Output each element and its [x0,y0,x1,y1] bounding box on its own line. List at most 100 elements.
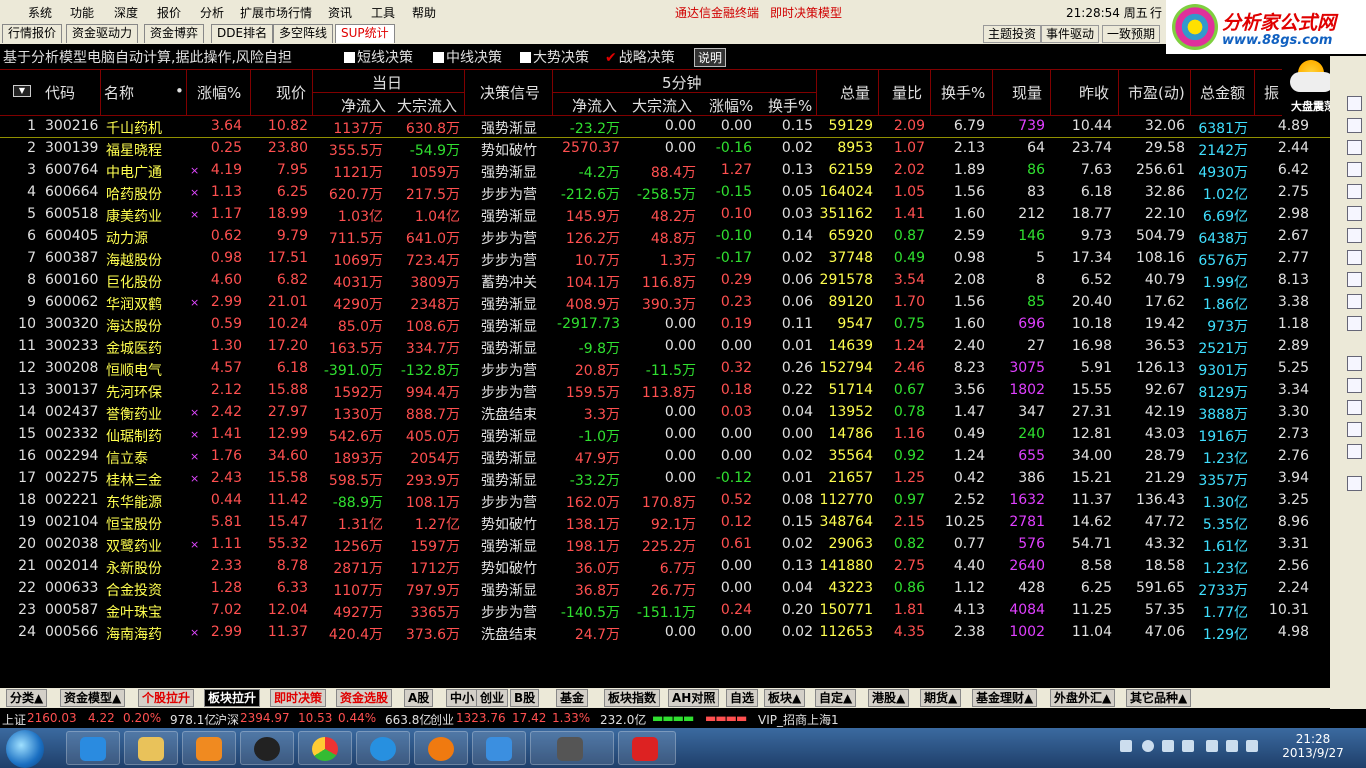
event-driven-button[interactable]: 事件驱动 [1041,25,1100,43]
tray-clock[interactable]: 21:28 2013/9/27 [1268,732,1358,760]
tool-icon[interactable] [1347,118,1362,133]
menu-system[interactable]: 系统 [28,4,52,21]
col-code[interactable]: 代码 [45,82,75,103]
category-tab[interactable]: 板块指数 [604,689,661,707]
tool-icon[interactable] [1347,378,1362,393]
category-tab[interactable]: 创业 [476,689,509,707]
checkbox-icon[interactable] [344,52,355,63]
taskbar-tdx[interactable] [618,731,676,765]
col-volume-ratio[interactable]: 量比 [892,82,922,103]
menu-news[interactable]: 资讯 [328,4,352,21]
category-tab[interactable]: AH对照 [668,689,720,707]
category-tab[interactable]: 板块拉升 [204,689,261,707]
folder-icon[interactable] [1347,356,1362,371]
table-row[interactable]: 11 300233 金城医药 1.30 17.20 163.5万 334.7万 强势渐显 -9.… [0,336,1330,358]
market-trend-option[interactable]: 大势决策 [520,47,589,67]
f10-icon[interactable] [1347,206,1362,221]
col-amount[interactable]: 总金额 [1200,82,1245,103]
table-row[interactable]: 14 002437 誉衡药业 × 2.42 27.97 1330万 888.7万 洗盘结束 3.3… [0,402,1330,424]
table-row[interactable]: 5 600518 康美药业 × 1.17 18.99 1.03亿 1.04亿 强势渐显 145.9… [0,204,1330,226]
category-tab[interactable]: 港股▲ [868,689,910,707]
menu-depth[interactable]: 深度 [114,4,138,21]
short-term-option[interactable]: 短线决策 [344,47,413,67]
category-tab[interactable]: 分类▲ [6,689,48,707]
tray-icon[interactable] [1162,740,1174,752]
table-row[interactable]: 22 000633 合金投资 1.28 6.33 1107万 797.9万 强势渐显 36.8万… [0,578,1330,600]
kline-icon[interactable] [1347,162,1362,177]
taskbar-security[interactable] [472,731,526,765]
tool-icon[interactable] [1347,294,1362,309]
table-row[interactable]: 4 600664 哈药股份 × 1.13 6.25 620.7万 217.5万 步步为营 -212… [0,182,1330,204]
category-tab[interactable]: 中小 [446,689,479,707]
table-row[interactable]: 24 000566 海南海药 × 2.99 11.37 420.4万 373.6万 洗盘结束 24… [0,622,1330,644]
table-row[interactable]: 13 300137 先河环保 2.12 15.88 1592万 994.4万 步步为营 159.… [0,380,1330,402]
col-net-inflow-5min[interactable]: 净流入 [572,95,617,116]
taskbar-ie[interactable] [66,731,120,765]
checkbox-icon[interactable] [520,52,531,63]
strategic-option[interactable]: ✔ 战略决策 [605,47,675,67]
tab-sup-stats[interactable]: SUP统计 [335,24,395,43]
menu-function[interactable]: 功能 [70,4,94,21]
tab-quotes[interactable]: 行情报价 [2,24,63,43]
help-button[interactable]: 说明 [694,48,727,67]
tool-icon[interactable] [1347,228,1362,243]
taskbar-qq[interactable] [240,731,294,765]
taskbar-media[interactable] [182,731,236,765]
col-amplitude[interactable]: 振 [1264,82,1279,103]
checkbox-icon[interactable] [433,52,444,63]
col-change-pct[interactable]: 涨幅% [197,82,241,103]
col-pe[interactable]: 市盈(动) [1128,82,1185,103]
table-row[interactable]: 12 300208 恒顺电气 4.57 6.18 -391.0万 -132.8万 步步为营 20… [0,358,1330,380]
category-tab[interactable]: 外盘外汇▲ [1050,689,1116,707]
col-net-inflow[interactable]: 净流入 [341,95,386,116]
menu-quote[interactable]: 报价 [157,4,181,21]
col-bulk-inflow-5min[interactable]: 大宗流入 [632,95,692,116]
taskbar-app[interactable] [414,731,468,765]
theme-invest-button[interactable]: 主题投资 [983,25,1042,43]
col-bulk-inflow[interactable]: 大宗流入 [397,95,457,116]
category-tab[interactable]: 即时决策 [270,689,327,707]
category-tab[interactable]: A股 [404,689,434,707]
table-row[interactable]: 17 002275 桂林三金 × 2.43 15.58 598.5万 293.9万 强势渐显 -3… [0,468,1330,490]
chart-icon[interactable] [1347,140,1362,155]
taskbar-explorer[interactable] [124,731,178,765]
help-icon[interactable] [1142,740,1154,752]
category-tab[interactable]: 自定▲ [815,689,857,707]
table-row[interactable]: 16 002294 信立泰 × 1.76 34.60 1893万 2054万 强势渐显 47.9万… [0,446,1330,468]
category-tab[interactable]: 基金理财▲ [972,689,1038,707]
table-row[interactable]: 8 600160 巨化股份 4.60 6.82 4031万 3809万 蓄势冲关 104.1万 1… [0,270,1330,292]
tab-dde-rank[interactable]: DDE排名 [211,24,274,43]
tab-long-short[interactable]: 多空阵线 [273,24,334,43]
fiz-icon[interactable] [1347,272,1362,287]
col-change-pct-5min[interactable]: 涨幅% [709,95,753,116]
col-turnover[interactable]: 换手% [941,82,985,103]
checkmark-icon[interactable]: ✔ [605,50,617,66]
taskbar-sogou[interactable] [356,731,410,765]
table-row[interactable]: 7 600387 海越股份 0.98 17.51 1069万 723.4万 步步为营 10.7万… [0,248,1330,270]
tool-icon[interactable] [1347,250,1362,265]
start-button[interactable] [6,730,44,768]
mid-term-option[interactable]: 中线决策 [433,47,502,67]
category-tab[interactable]: 其它品种▲ [1126,689,1192,707]
category-tab[interactable]: 资金模型▲ [60,689,126,707]
etf-icon[interactable] [1347,422,1362,437]
tool-icon[interactable] [1347,96,1362,111]
table-row[interactable]: 19 002104 恒宝股份 5.81 15.47 1.31亿 1.27亿 势如破竹 138.1… [0,512,1330,534]
category-tab[interactable]: 板块▲ [764,689,806,707]
menu-help[interactable]: 帮助 [412,4,436,21]
flag-icon[interactable] [1206,740,1218,752]
category-tab[interactable]: 基金 [556,689,589,707]
table-row[interactable]: 10 300320 海达股份 0.59 10.24 85.0万 108.6万 强势渐显 -291… [0,314,1330,336]
volume-icon[interactable] [1246,740,1258,752]
vertical-scrollbar[interactable] [1330,56,1344,710]
tool-icon[interactable] [1347,400,1362,415]
table-row[interactable]: 20 002038 双鹭药业 × 1.11 55.32 1256万 1597万 强势渐显 198.… [0,534,1330,556]
table-row[interactable]: 6 600405 动力源 0.62 9.79 711.5万 641.0万 步步为营 126.2万… [0,226,1330,248]
tool-icon[interactable] [1347,184,1362,199]
col-turnover-5min[interactable]: 换手% [768,95,812,116]
category-tab[interactable]: 期货▲ [920,689,962,707]
menu-extended-market[interactable]: 扩展市场行情 [240,4,312,21]
taskbar-image[interactable] [530,731,614,765]
col-volume[interactable]: 总量 [840,82,870,103]
col-current-volume[interactable]: 现量 [1012,82,1042,103]
